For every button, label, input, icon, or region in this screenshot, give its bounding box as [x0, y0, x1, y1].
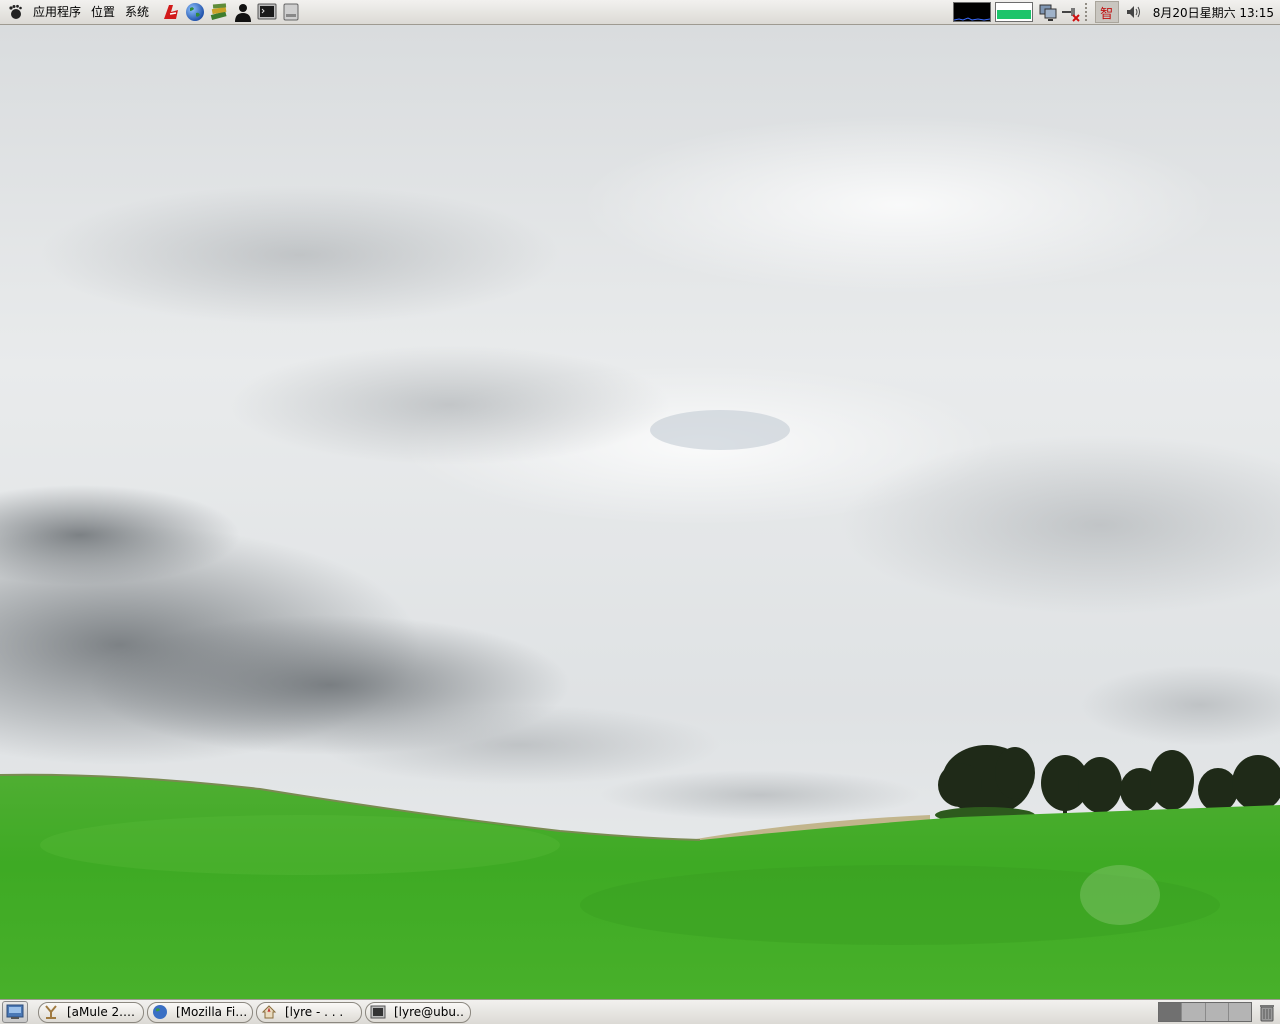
task-label: [Mozilla Fi… [176, 1005, 246, 1019]
top-panel: 应用程序 位置 系统 智 8月20日星期六 13:15 [0, 0, 1280, 25]
desktop-wallpaper [0, 25, 1280, 999]
workspace-2[interactable] [1182, 1003, 1206, 1021]
network-computers-icon[interactable] [1037, 1, 1059, 23]
tray-separator [1083, 2, 1088, 22]
network-monitor-applet[interactable] [994, 2, 1033, 22]
task-button-firefox[interactable]: [Mozilla Fi… [147, 1001, 253, 1023]
dictionary-books-icon[interactable] [208, 1, 230, 23]
task-button-home-folder[interactable]: [lyre - . . . [256, 1001, 362, 1023]
places-menu[interactable]: 位置 [86, 1, 120, 23]
task-label: [aMule 2.… [67, 1005, 135, 1019]
show-desktop-button[interactable] [2, 1001, 28, 1023]
task-label: [lyre - . . . [285, 1005, 344, 1019]
workspace-4[interactable] [1228, 1003, 1251, 1021]
gnome-foot-icon[interactable] [6, 3, 24, 21]
pdf-reader-icon[interactable] [160, 1, 182, 23]
wallpaper-image [0, 25, 1280, 999]
file-manager-icon[interactable] [280, 1, 302, 23]
volume-icon[interactable] [1123, 1, 1145, 23]
applications-menu[interactable]: 应用程序 [28, 1, 86, 23]
bottom-panel: [aMule 2.… [Mozilla Fi… [lyre - . . . [l… [0, 999, 1280, 1024]
home-folder-icon [261, 1004, 277, 1020]
workspace-3[interactable] [1205, 1003, 1229, 1021]
window-list: [aMule 2.… [Mozilla Fi… [lyre - . . . [l… [38, 1001, 471, 1023]
clock[interactable]: 8月20日星期六 13:15 [1145, 4, 1280, 21]
main-menu-bar: 应用程序 位置 系统 [0, 0, 154, 24]
task-label: [lyre@ubu… [394, 1005, 464, 1019]
workspace-1[interactable] [1159, 1003, 1183, 1021]
show-desktop-icon [6, 1004, 24, 1019]
user-icon[interactable] [232, 1, 254, 23]
network-disconnected-icon[interactable] [1059, 1, 1081, 23]
system-tray: 智 8月20日星期六 13:15 [952, 0, 1280, 24]
launcher-area [160, 1, 302, 23]
terminal-icon[interactable] [256, 1, 278, 23]
workspace-switcher [1158, 1002, 1252, 1022]
terminal-icon [370, 1004, 386, 1020]
system-menu[interactable]: 系统 [120, 1, 154, 23]
task-button-terminal[interactable]: [lyre@ubu… [365, 1001, 471, 1023]
amule-icon [43, 1004, 59, 1020]
input-method-icon[interactable]: 智 [1094, 1, 1119, 23]
firefox-globe-icon[interactable] [184, 1, 206, 23]
trash-icon[interactable] [1256, 1001, 1278, 1023]
firefox-icon [152, 1004, 168, 1020]
cpu-monitor-applet[interactable] [952, 2, 991, 22]
task-button-amule[interactable]: [aMule 2.… [38, 1001, 144, 1023]
